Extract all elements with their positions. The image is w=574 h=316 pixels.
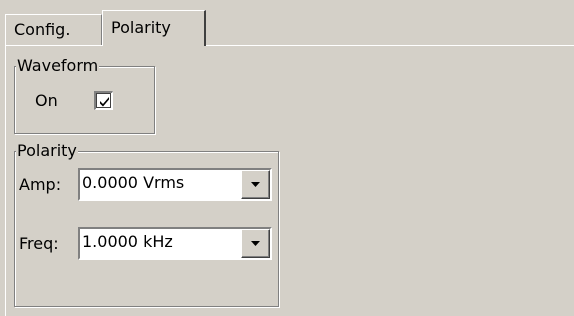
on-label: On [35,91,58,110]
amp-label: Amp: [19,175,62,194]
check-mark-icon [100,97,109,107]
freq-dropdown-button[interactable] [241,229,270,258]
chevron-down-icon [251,182,260,187]
freq-label: Freq: [19,234,59,253]
amp-dropdown-button[interactable] [241,170,270,199]
freq-dropdown[interactable]: 1.0000 kHz [78,227,272,260]
polarity-panel: Config. Polarity Waveform On Polarity Am… [0,0,574,316]
chevron-down-icon [251,241,260,246]
waveform-group-title: Waveform [16,56,100,76]
tab-polarity[interactable]: Polarity [102,10,206,46]
freq-value[interactable]: 1.0000 kHz [82,229,173,254]
amp-value[interactable]: 0.0000 Vrms [82,170,184,195]
polarity-group-title: Polarity [16,141,78,161]
tab-page-edge [5,45,6,316]
on-checkbox[interactable] [94,91,113,110]
tab-config[interactable]: Config. [5,14,102,46]
amp-dropdown[interactable]: 0.0000 Vrms [78,168,272,201]
tab-divider [5,45,574,46]
tab-strip: Config. Polarity [5,10,574,46]
